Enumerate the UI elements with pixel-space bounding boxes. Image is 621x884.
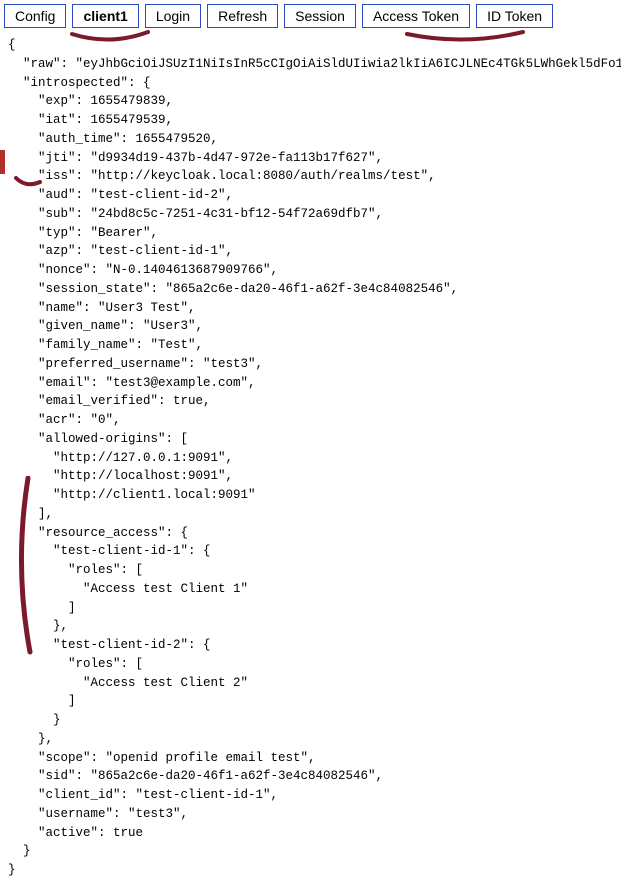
tab-bar: Config client1 Login Refresh Session Acc… (0, 0, 621, 32)
tab-config[interactable]: Config (4, 4, 66, 28)
tab-client1[interactable]: client1 (72, 4, 138, 28)
tab-session[interactable]: Session (284, 4, 356, 28)
json-output: { "raw": "eyJhbGciOiJSUzI1NiIsInR5cCIgOi… (0, 32, 621, 884)
tab-login[interactable]: Login (145, 4, 201, 28)
tab-refresh[interactable]: Refresh (207, 4, 278, 28)
tab-access-token[interactable]: Access Token (362, 4, 470, 28)
tab-id-token[interactable]: ID Token (476, 4, 553, 28)
